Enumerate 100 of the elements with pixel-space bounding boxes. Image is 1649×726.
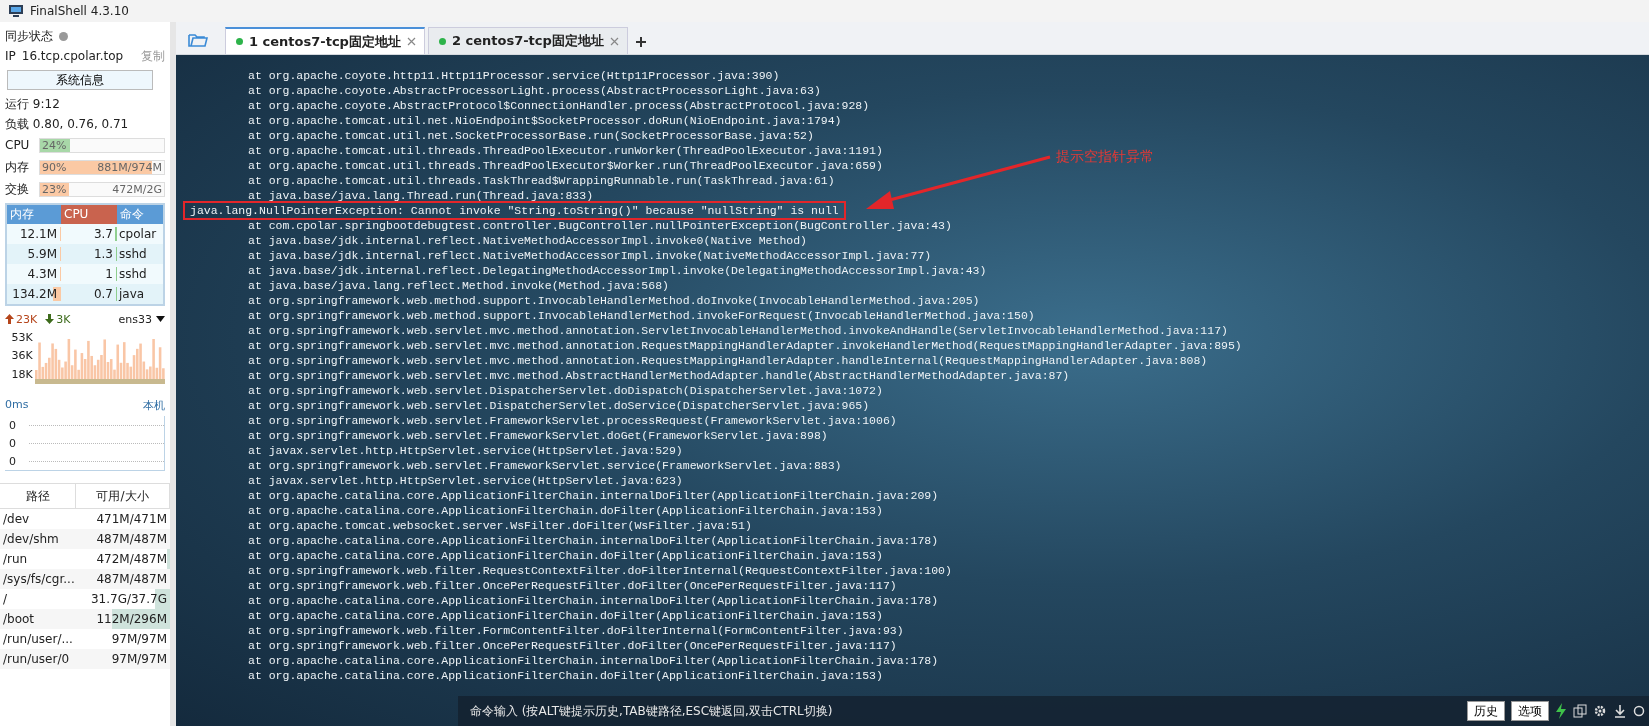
toolbar-button[interactable]: 选项 [1511, 701, 1549, 721]
connected-dot-icon [236, 38, 243, 45]
column-header[interactable]: CPU [61, 205, 117, 224]
stack-trace-line: at org.apache.tomcat.websocket.server.WsFilter.doFilter(WsFilter.java:51) [247, 518, 752, 533]
table-cell-text: /boot [2, 611, 36, 628]
stack-trace-line: at org.springframework.web.servlet.FrameworkServlet.service(FrameworkServlet.java:883) [247, 458, 842, 473]
table-cell-text: sshd [118, 266, 148, 283]
meter-label: CPU [5, 138, 31, 152]
connected-dot-icon [438, 37, 446, 45]
stack-trace-line: at java.base/java.lang.reflect.Method.invoke(Method.java:568) [247, 278, 669, 293]
session-tab[interactable]: 1 centos7-tcp固定地址 [225, 27, 425, 54]
window-title: FinalShell 4.3.10 [30, 4, 129, 18]
table-cell: 0.7 [61, 284, 117, 304]
add-tab-icon[interactable] [634, 36, 647, 48]
meter-detail: 472M/2G [112, 182, 162, 196]
axis-label: 53K [10, 330, 33, 344]
interface-name[interactable]: ens33 [118, 312, 152, 326]
table-cell: 4.3M [7, 264, 61, 284]
stack-trace-line: at org.apache.catalina.core.ApplicationFilterChain.internalDoFilter(ApplicationFilterChain.java:178) [247, 533, 939, 548]
stack-trace-line: at org.apache.coyote.http11.Http11Processor.service(Http11Processor.java:390) [247, 68, 780, 83]
stack-trace-line: at org.springframework.web.filter.OncePerRequestFilter.doFilter(OncePerRequestFilter.java:117) [247, 578, 897, 593]
table-cell: 112M/296M [76, 609, 170, 629]
table-cell-text: java [117, 286, 146, 303]
sync-status-label: 同步状态 [5, 27, 53, 45]
meter-label: 交换 [5, 180, 30, 198]
table-cell: 31.7G/37.7G [76, 589, 170, 609]
stack-trace-line: at org.springframework.web.servlet.DispatcherServlet.doDispatch(DispatcherServlet.java:1072) [247, 383, 883, 398]
stack-trace-line: at org.springframework.web.servlet.mvc.method.annotation.RequestMappingHandlerAdapter.handleInternal(RequestMappingHandlerAdapter.java:808) [247, 353, 1208, 368]
stack-trace-line: at org.apache.tomcat.util.threads.ThreadPoolExecutor$Worker.run(ThreadPoolExecutor.java:659) [247, 158, 883, 173]
annotation-text: 提示空指针异常 [1056, 148, 1154, 166]
axis-label: 18K [10, 368, 33, 382]
table-cell-text: /dev [2, 511, 31, 528]
axis-label: 0 [9, 436, 17, 450]
host-label: 本机 [143, 398, 165, 414]
stack-trace-line: at javax.servlet.http.HttpServlet.service(HttpServlet.java:623) [247, 473, 683, 488]
copy-icon[interactable] [1573, 704, 1587, 718]
stack-trace-line: at org.springframework.web.servlet.mvc.method.AbstractHandlerMethodAdapter.handle(AbstractHandlerMethodAdapter.java:87) [247, 368, 1070, 383]
table-cell: 97M/97M [76, 649, 170, 669]
stack-trace-line: at org.apache.tomcat.util.threads.TaskThread$WrappingRunnable.run(TaskThread.java:61) [247, 173, 835, 188]
stack-trace-line: at org.apache.coyote.AbstractProtocol$ConnectionHandler.process(AbstractProtocol.java:928) [247, 98, 870, 113]
meter-percent: 90% [42, 160, 67, 174]
caret-icon[interactable] [156, 316, 165, 322]
stack-trace-line: at org.apache.tomcat.util.net.NioEndpoint$SocketProcessor.doRun(NioEndpoint.java:1794) [247, 113, 842, 128]
table-cell: 471M/471M [76, 509, 170, 529]
table-cell: 3.7 [61, 224, 117, 244]
table-cell-text: /run [2, 551, 29, 568]
stack-trace-line: at org.springframework.web.filter.FormContentFilter.doFilterInternal(FormContentFilter.java:93) [247, 623, 904, 638]
stack-trace-line: at org.apache.coyote.AbstractProcessorLight.process(AbstractProcessorLight.java:63) [247, 83, 821, 98]
table-cell: 472M/487M [76, 549, 170, 569]
axis-label: 0 [9, 454, 17, 468]
stack-trace-line: at org.apache.catalina.core.ApplicationFilterChain.doFilter(ApplicationFilterChain.java:153) [247, 668, 883, 683]
meter-percent: 24% [42, 138, 67, 152]
stack-trace-line: at org.apache.catalina.core.ApplicationFilterChain.doFilter(ApplicationFilterChain.java:153) [247, 548, 883, 563]
stack-trace-line: at org.springframework.web.servlet.FrameworkServlet.processRequest(FrameworkServlet.java:1006) [247, 413, 897, 428]
table-cell: 5.9M [7, 244, 61, 264]
stack-trace-line: at java.base/jdk.internal.reflect.DelegatingMethodAccessorImpl.invoke(DelegatingMethodAccessorImpl.java:43) [247, 263, 987, 278]
system-info-button[interactable]: 系统信息 [7, 70, 153, 90]
folder-icon[interactable] [188, 32, 208, 48]
stack-trace-line: at com.cpolar.springbootdebugtest.controller.BugController.nullPointerException(BugController.java:43) [247, 218, 952, 233]
table-cell-text: /run/user/... [2, 631, 74, 648]
table-cell: 487M/487M [76, 569, 170, 589]
down-arrow-icon [45, 314, 55, 324]
table-cell-text: /run/user/0 [2, 651, 71, 668]
up-arrow-icon [5, 314, 14, 324]
download-rate: 3K [56, 312, 71, 326]
stack-trace-line: at org.springframework.web.method.support.InvocableHandlerMethod.invokeForRequest(InvocableHandlerMethod.java:150) [247, 308, 1035, 323]
stack-trace-line: at java.base/jdk.internal.reflect.NativeMethodAccessorImpl.invoke(NativeMethodAccessorImpl.java:77) [247, 248, 932, 263]
lightning-icon[interactable] [1555, 703, 1567, 719]
load-text: 负载 0.80, 0.76, 0.71 [5, 115, 129, 133]
meter-percent: 23% [42, 182, 67, 196]
stack-trace-line: at javax.servlet.http.HttpServlet.service(HttpServlet.java:529) [247, 443, 683, 458]
table-cell-text: sshd [118, 246, 148, 263]
command-input[interactable]: 命令输入 (按ALT键提示历史,TAB键路径,ESC键返回,双击CTRL切换) [458, 696, 1463, 726]
column-header[interactable]: 路径 [0, 484, 76, 508]
app-icon [8, 4, 24, 18]
table-cell-text: /dev/shm [2, 531, 60, 548]
uptime-text: 运行 9:12 [5, 95, 60, 113]
latency-text: 0ms [5, 398, 29, 413]
meter-label: 内存 [5, 158, 30, 176]
download-icon[interactable] [1613, 704, 1627, 718]
stack-trace-line: at org.apache.catalina.core.ApplicationFilterChain.doFilter(ApplicationFilterChain.java:153) [247, 608, 883, 623]
stack-trace-line: at org.springframework.web.servlet.mvc.method.annotation.RequestMappingHandlerAdapter.invokeHandlerMethod(RequestMappingHandlerAdapter.java:895) [247, 338, 1242, 353]
stack-trace-line: at org.springframework.web.servlet.FrameworkServlet.doGet(FrameworkServlet.java:898) [247, 428, 828, 443]
toolbar-button[interactable]: 历史 [1467, 701, 1505, 721]
stack-trace-line: at org.apache.catalina.core.ApplicationFilterChain.internalDoFilter(ApplicationFilterChain.java:178) [247, 653, 939, 668]
stack-trace-line: at org.apache.catalina.core.ApplicationFilterChain.internalDoFilter(ApplicationFilterChain.java:209) [247, 488, 939, 503]
session-tab[interactable]: 2 centos7-tcp固定地址 [427, 27, 628, 54]
axis-label: 0 [9, 418, 17, 432]
upload-rate: 23K [16, 312, 38, 326]
ip-address: 16.tcp.cpolar.top [21, 49, 124, 63]
table-cell: 97M/97M [76, 629, 170, 649]
table-cell-text: /sys/fs/cgr... [2, 571, 76, 588]
gear-icon[interactable] [1593, 704, 1607, 718]
close-icon[interactable] [406, 37, 416, 46]
close-icon[interactable] [609, 36, 619, 46]
stack-trace-line: at org.apache.tomcat.util.net.SocketProcessorBase.run(SocketProcessorBase.java:52) [247, 128, 814, 143]
circle-icon[interactable] [1633, 705, 1645, 717]
axis-label: 36K [10, 349, 33, 363]
stack-trace-line: at org.springframework.web.servlet.mvc.method.annotation.ServletInvocableHandlerMethod.invokeAndHandle(ServletInvocableHandlerMethod.java:117) [247, 323, 1228, 338]
stack-trace-line: at java.base/java.lang.Thread.run(Thread.java:833) [247, 188, 594, 203]
